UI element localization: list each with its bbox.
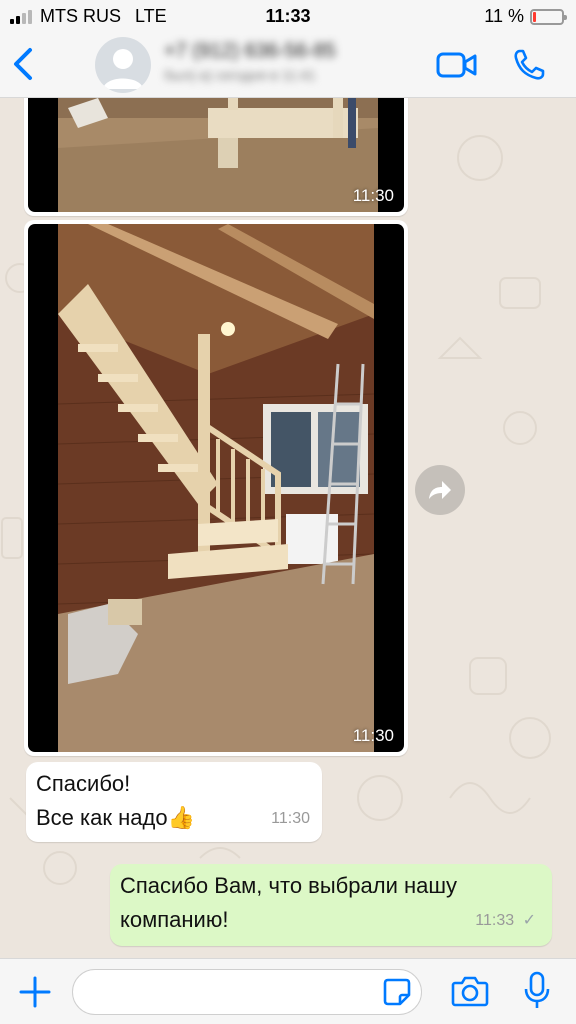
contact-name[interactable]: +7 (912) 636-56-85 bbox=[164, 40, 336, 63]
camera-icon bbox=[451, 976, 489, 1007]
status-bar: MTS RUS LTE 11:33 11 % bbox=[0, 0, 576, 32]
outgoing-message[interactable]: Спасибо Вам, что выбрали нашу компанию! … bbox=[110, 864, 552, 946]
battery-percent: 11 % bbox=[484, 6, 524, 26]
message-time: 11:30 bbox=[352, 186, 394, 205]
image-frame: 11:30 bbox=[28, 224, 404, 752]
message-input[interactable] bbox=[72, 969, 422, 1015]
forward-button[interactable] bbox=[415, 465, 465, 515]
sticker-icon bbox=[383, 978, 411, 1006]
photo-wooden-staircase bbox=[57, 224, 375, 752]
person-placeholder-icon bbox=[103, 49, 143, 89]
forward-arrow-icon bbox=[429, 481, 451, 499]
plus-icon bbox=[19, 976, 51, 1008]
voice-call-button[interactable] bbox=[512, 48, 546, 82]
image-message[interactable]: 11:30 bbox=[24, 98, 408, 216]
attach-button[interactable] bbox=[18, 975, 52, 1009]
incoming-message[interactable]: Спасибо! Все как надо👍 11:30 bbox=[26, 762, 322, 842]
message-time: 11:33 bbox=[475, 912, 515, 929]
avatar[interactable] bbox=[95, 37, 151, 93]
input-bar bbox=[0, 958, 576, 1024]
battery-icon bbox=[530, 8, 567, 25]
thumbs-up-emoji: 👍 bbox=[167, 805, 195, 830]
message-text-line-2-text: Все как надо bbox=[36, 805, 168, 830]
phone-icon bbox=[514, 49, 545, 80]
sticker-button[interactable] bbox=[382, 977, 412, 1007]
message-time-group: 11:33 ✓ bbox=[475, 904, 536, 938]
microphone-button[interactable] bbox=[522, 971, 552, 1011]
message-time: 11:30 bbox=[352, 726, 394, 745]
microphone-icon bbox=[524, 971, 550, 1008]
back-button[interactable] bbox=[10, 46, 40, 82]
sent-check-icon: ✓ bbox=[522, 912, 536, 929]
video-call-button[interactable] bbox=[436, 50, 478, 80]
message-time: 11:30 bbox=[271, 810, 310, 827]
camera-button[interactable] bbox=[451, 974, 489, 1008]
message-text-line-1: Спасибо! bbox=[36, 771, 131, 796]
image-message[interactable]: 11:30 bbox=[24, 220, 408, 756]
status-right: 11 % bbox=[484, 6, 567, 27]
contact-subtitle: был(-а) сегодня в 11:41 bbox=[164, 67, 316, 83]
image-frame: 11:30 bbox=[28, 98, 404, 212]
chat-header: +7 (912) 636-56-85 был(-а) сегодня в 11:… bbox=[0, 32, 576, 98]
chat-area[interactable]: 11:30 11:30 Спасибо! Все как надо👍 11:30… bbox=[0, 98, 576, 958]
chevron-left-icon bbox=[14, 48, 32, 80]
message-text-line-1: Спасибо Вам, что выбрали нашу bbox=[120, 873, 458, 898]
video-camera-icon bbox=[436, 52, 477, 78]
photo-staircase-bottom bbox=[58, 98, 378, 212]
battery-fill bbox=[533, 11, 536, 22]
